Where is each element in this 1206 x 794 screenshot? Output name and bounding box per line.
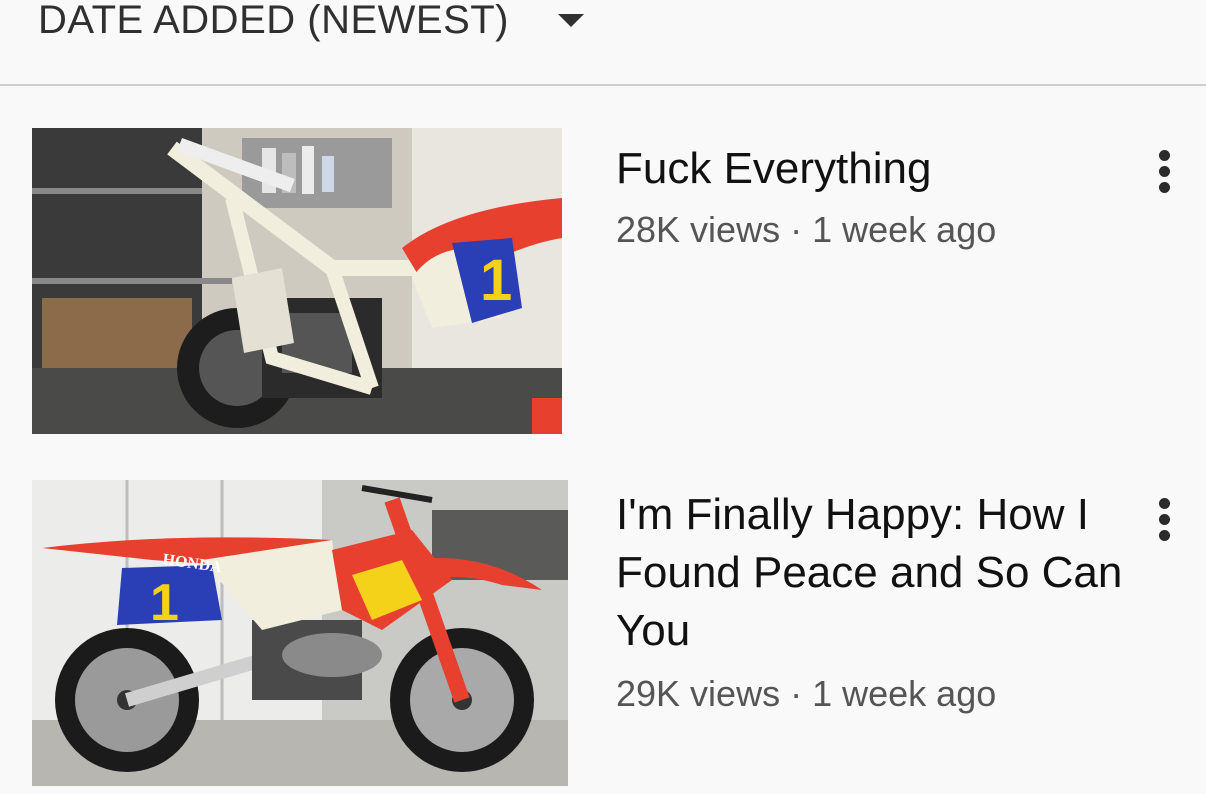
dirt-bike-garage-image: 1: [32, 128, 562, 434]
more-vert-icon[interactable]: [1152, 150, 1176, 198]
plate-number: 1: [480, 248, 512, 313]
video-thumbnail[interactable]: 1 HONDA: [32, 480, 568, 786]
video-title[interactable]: Fuck Everything: [616, 140, 1136, 198]
view-count: 29K views: [616, 673, 781, 714]
video-item[interactable]: 1 Fuck Everything 28K views · 1 week ago: [0, 128, 1206, 438]
sort-bar: DATE ADDED (NEWEST): [0, 0, 1206, 86]
meta-separator: ·: [790, 209, 803, 250]
sort-dropdown[interactable]: DATE ADDED (NEWEST): [38, 0, 509, 44]
video-thumbnail[interactable]: 1: [32, 128, 562, 434]
video-meta: 28K views · 1 week ago: [616, 208, 996, 252]
meta-separator: ·: [790, 673, 803, 714]
video-meta: 29K views · 1 week ago: [616, 672, 996, 716]
upload-age: 1 week ago: [812, 209, 997, 250]
video-item[interactable]: 1 HONDA I'm Finally Happy: How I Found P…: [0, 480, 1206, 794]
more-vert-icon[interactable]: [1152, 498, 1176, 546]
video-title[interactable]: I'm Finally Happy: How I Found Peace and…: [616, 486, 1136, 660]
upload-age: 1 week ago: [812, 673, 997, 714]
view-count: 28K views: [616, 209, 781, 250]
plate-number: 1: [150, 574, 179, 632]
caret-down-icon[interactable]: [556, 12, 586, 28]
dirt-bike-studio-image: 1 HONDA: [32, 480, 568, 786]
